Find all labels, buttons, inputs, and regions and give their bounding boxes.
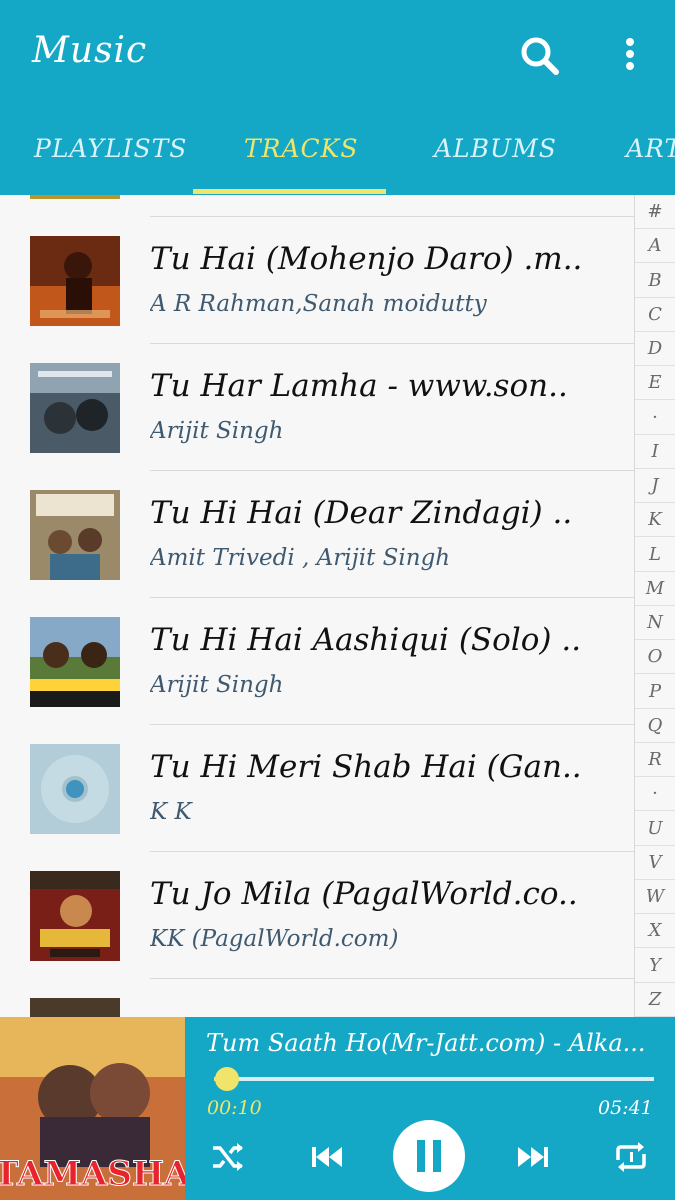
now-playing-title[interactable]: Tum Saath Ho(Mr-Jatt.com) - Alka...: [206, 1029, 656, 1057]
index-letter[interactable]: U: [635, 812, 675, 846]
index-letter[interactable]: A: [635, 229, 675, 264]
track-list[interactable]: Tu Hai (Mohenjo Daro) .m.. A R Rahman,Sa…: [0, 195, 634, 1017]
album-art-partial: [30, 195, 120, 199]
album-art-title: TAMASHA: [0, 1154, 185, 1194]
app-title: Music: [32, 30, 148, 71]
track-title: Tu Hi Meri Shab Hai (Gan..: [150, 749, 582, 785]
track-artist: K K: [150, 799, 192, 825]
skip-next-icon: [518, 1147, 548, 1167]
tab-playlists[interactable]: PLAYLISTS: [34, 134, 187, 163]
track-row[interactable]: Tu Jo Mila (PagalWorld.co.. KK (PagalWor…: [0, 852, 634, 979]
track-row[interactable]: Tu Hai (Mohenjo Daro) .m.. A R Rahman,Sa…: [0, 217, 634, 344]
repeat-one-icon: [616, 1142, 646, 1172]
pause-button[interactable]: [393, 1120, 465, 1192]
more-options-button[interactable]: [608, 32, 652, 80]
index-letter[interactable]: ·: [635, 401, 675, 435]
next-button[interactable]: [515, 1140, 551, 1178]
current-time: 00:10: [207, 1097, 262, 1119]
album-art: [30, 236, 120, 326]
app-bar: Music PLAYLISTS TRACKS ALBUMS ART..: [0, 0, 675, 195]
tab-tracks[interactable]: TRACKS: [244, 134, 358, 163]
row-divider: [150, 978, 634, 979]
index-letter[interactable]: M: [635, 572, 675, 606]
shuffle-button[interactable]: [210, 1139, 246, 1179]
album-art: [30, 617, 120, 707]
album-art-placeholder: [30, 744, 120, 834]
album-art: [30, 871, 120, 961]
total-time: 05:41: [598, 1097, 653, 1119]
track-title: Tu Jo Mila (PagalWorld.co..: [150, 876, 578, 912]
track-title: Tu Hai (Mohenjo Daro) .m..: [150, 241, 583, 277]
active-tab-indicator: [193, 189, 386, 194]
seek-bar[interactable]: [214, 1067, 654, 1091]
tab-bar: PLAYLISTS TRACKS ALBUMS ART..: [0, 110, 675, 195]
index-letter[interactable]: K: [635, 503, 675, 538]
track-artist: Arijit Singh: [150, 672, 284, 698]
track-title: Tu Har Lamha - www.son..: [150, 368, 568, 404]
music-disc-icon: [30, 744, 120, 834]
index-letter[interactable]: I: [635, 435, 675, 469]
repeat-button[interactable]: [612, 1138, 650, 1180]
index-letter[interactable]: ·: [635, 777, 675, 812]
index-letter[interactable]: R: [635, 743, 675, 777]
track-artist: KK (PagalWorld.com): [150, 926, 399, 952]
tab-albums[interactable]: ALBUMS: [434, 134, 557, 163]
track-artist: Amit Trivedi , Arijit Singh: [150, 545, 451, 571]
index-letter[interactable]: J: [635, 469, 675, 503]
track-row[interactable]: Tu Har Lamha - www.son.. Arijit Singh: [0, 344, 634, 471]
mini-player[interactable]: TAMASHA Tum Saath Ho(Mr-Jatt.com) - Alka…: [0, 1017, 675, 1200]
index-letter[interactable]: X: [635, 914, 675, 949]
index-letter[interactable]: E: [635, 366, 675, 401]
index-letter[interactable]: B: [635, 264, 675, 298]
index-letter[interactable]: L: [635, 538, 675, 572]
tab-artists[interactable]: ART..: [626, 134, 675, 163]
index-letter[interactable]: P: [635, 675, 675, 709]
index-letter[interactable]: D: [635, 332, 675, 366]
album-art: [30, 363, 120, 453]
track-row[interactable]: Tu Hi Meri Shab Hai (Gan.. K K: [0, 725, 634, 852]
pause-icon: [417, 1140, 441, 1172]
index-letter[interactable]: N: [635, 606, 675, 640]
more-vertical-icon: [626, 38, 634, 70]
index-letter[interactable]: Y: [635, 949, 675, 983]
track-row[interactable]: Tu Hi Hai Aashiqui (Solo) .. Arijit Sing…: [0, 598, 634, 725]
track-artist: A R Rahman,Sanah moidutty: [150, 291, 487, 317]
search-icon: [521, 37, 559, 75]
now-playing-album-art: TAMASHA: [0, 1017, 185, 1200]
index-letter[interactable]: V: [635, 846, 675, 880]
album-art-partial: [30, 998, 120, 1017]
index-letter[interactable]: Z: [635, 983, 675, 1017]
index-letter[interactable]: C: [635, 298, 675, 332]
skip-previous-icon: [312, 1147, 342, 1167]
track-title: Tu Hi Hai (Dear Zindagi) ..: [150, 495, 573, 531]
track-artist: Arijit Singh: [150, 418, 284, 444]
index-letter[interactable]: O: [635, 640, 675, 675]
index-letter[interactable]: #: [635, 195, 675, 229]
search-button[interactable]: [516, 32, 564, 80]
previous-button[interactable]: [309, 1140, 345, 1178]
shuffle-icon: [213, 1143, 243, 1171]
track-row[interactable]: Tu Hi Hai (Dear Zindagi) .. Amit Trivedi…: [0, 471, 634, 598]
seek-thumb[interactable]: [215, 1067, 239, 1091]
index-letter[interactable]: W: [635, 880, 675, 914]
alphabet-index-scroller[interactable]: # A B C D E · I J K L M N O P Q R · U V W X Y Z: [634, 195, 675, 1017]
album-art: [30, 490, 120, 580]
index-letter[interactable]: Q: [635, 709, 675, 743]
track-title: Tu Hi Hai Aashiqui (Solo) ..: [150, 622, 582, 658]
